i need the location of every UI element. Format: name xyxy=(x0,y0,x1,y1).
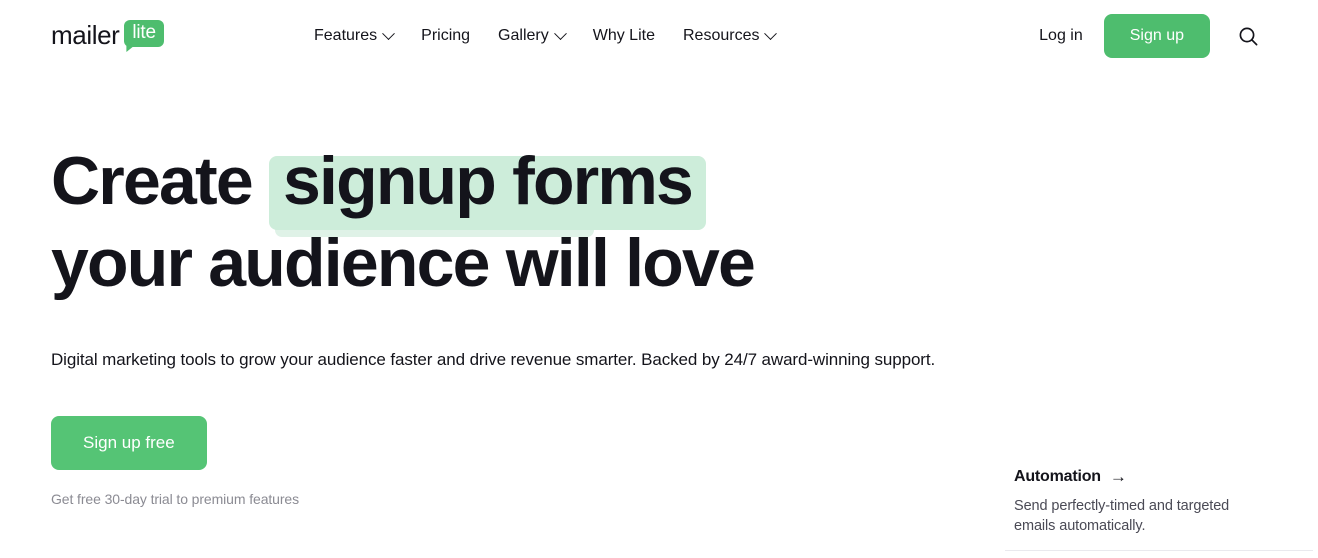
feature-card-title-row[interactable]: Automation → xyxy=(1014,466,1274,488)
hero-subheading: Digital marketing tools to grow your aud… xyxy=(51,350,936,369)
chevron-down-icon xyxy=(764,26,778,40)
signup-button[interactable]: Sign up xyxy=(1103,14,1210,58)
nav-item-resources[interactable]: Resources xyxy=(669,18,789,54)
signup-free-button[interactable]: Sign up free xyxy=(51,416,207,470)
nav-label-why-lite: Why Lite xyxy=(592,27,655,44)
chevron-down-icon xyxy=(553,26,567,40)
logo-lite-badge: lite xyxy=(124,20,164,47)
header-actions: Log in Sign up xyxy=(1039,0,1318,72)
logo-wordmark: mailer xyxy=(51,20,120,50)
main-navigation: Features Pricing Gallery Why Lite Resour… xyxy=(300,0,789,72)
headline-line-2: your audience will love xyxy=(51,225,756,301)
nav-item-features[interactable]: Features xyxy=(300,18,407,54)
mailerlite-logo[interactable]: mailer lite xyxy=(51,18,164,54)
feature-card-title: Automation xyxy=(1014,468,1101,485)
nav-item-pricing[interactable]: Pricing xyxy=(407,18,484,54)
nav-item-why-lite[interactable]: Why Lite xyxy=(579,18,669,54)
feature-card-automation[interactable]: Automation → Send perfectly-timed and ta… xyxy=(1014,466,1274,536)
chevron-down-icon xyxy=(382,26,396,40)
page-title: Create signup forms your audience will l… xyxy=(51,140,1211,304)
feature-card-description: Send perfectly-timed and targeted emails… xyxy=(1014,498,1230,534)
nav-label-resources: Resources xyxy=(682,27,760,44)
search-button[interactable] xyxy=(1226,14,1270,58)
headline-line-1: Create signup forms xyxy=(51,140,1211,237)
nav-label-gallery: Gallery xyxy=(498,27,549,44)
headline-plain-text: Create xyxy=(51,143,254,219)
feature-card-divider xyxy=(1005,550,1313,551)
site-header: mailer lite Features Pricing Gallery Why… xyxy=(0,0,1318,72)
nav-item-gallery[interactable]: Gallery xyxy=(484,18,579,54)
hero-section: Create signup forms your audience will l… xyxy=(51,140,1211,509)
login-link[interactable]: Log in xyxy=(1039,26,1083,46)
search-icon xyxy=(1239,27,1257,45)
nav-label-features: Features xyxy=(314,27,378,44)
headline-highlight-text: signup forms xyxy=(268,140,707,237)
nav-label-pricing: Pricing xyxy=(421,27,471,44)
arrow-right-icon: → xyxy=(1109,467,1127,486)
